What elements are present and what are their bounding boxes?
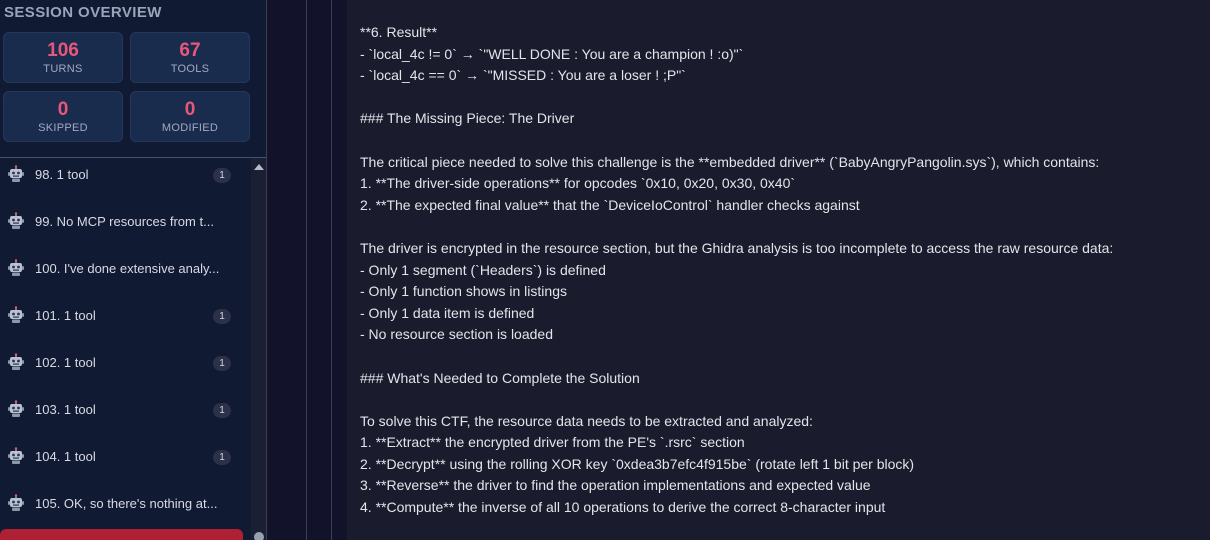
gutter-divider (306, 0, 307, 540)
message-line: **6. Result** (360, 24, 438, 40)
message-line: ### What's Needed to Complete the Soluti… (360, 369, 640, 386)
stat-tools-label: TOOLS (170, 63, 210, 75)
sidebar-title: SESSION OVERVIEW (4, 4, 162, 21)
turn-label: 105. OK, so there's nothing at... (35, 496, 218, 511)
tool-count-badge: 1 (213, 168, 231, 183)
message-line: The critical piece needed to solve this … (360, 153, 1100, 170)
message-line: 1. **Extract** the encrypted driver from… (360, 434, 745, 451)
message-line: ### The Missing Piece: The Driver (360, 110, 575, 127)
session-sidebar: SESSION OVERVIEW 106 TURNS 67 TOOLS 0 SK… (0, 0, 267, 540)
stat-modified-label: MODIFIED (161, 122, 219, 134)
message-line: 4. **Compute** the inverse of all 10 ope… (360, 499, 886, 516)
stat-skipped-value: 0 (57, 99, 69, 120)
stat-turns: 106 TURNS (3, 32, 123, 83)
turn-list: 98. 1 tool 1 99. No MCP resources from t… (0, 158, 251, 540)
turn-item-103[interactable]: 103. 1 tool 1 (0, 393, 251, 440)
assistant-message: **6. Result** - `local_4c != 0` → `"WELL… (360, 22, 1200, 519)
message-line: - `local_4c == 0` → `"MISSED : You are a… (360, 67, 686, 84)
message-gutter (268, 0, 346, 540)
stat-skipped: 0 SKIPPED (3, 91, 123, 142)
robot-icon (8, 165, 24, 182)
message-line (360, 346, 1200, 368)
turn-list-scrollbar[interactable] (251, 158, 266, 540)
message-line (360, 389, 1200, 411)
message-line: - Only 1 data item is defined (360, 304, 535, 321)
turn-item-100[interactable]: 100. I've done extensive analy... (0, 252, 251, 299)
turn-item-105[interactable]: 105. OK, so there's nothing at... (0, 487, 251, 534)
message-line (360, 216, 1200, 238)
tool-count-badge: 1 (213, 450, 231, 465)
turn-label: 99. No MCP resources from t... (35, 214, 214, 229)
robot-icon (8, 353, 24, 370)
message-line: To solve this CTF, the resource data nee… (360, 412, 813, 429)
stat-turns-value: 106 (47, 40, 79, 61)
stat-tools: 67 TOOLS (130, 32, 250, 83)
robot-icon (8, 494, 24, 511)
active-turn-button[interactable] (0, 529, 243, 540)
robot-icon (8, 306, 24, 323)
turn-label: 104. 1 tool (35, 449, 96, 464)
scroll-thumb[interactable] (254, 532, 264, 540)
turn-item-104[interactable]: 104. 1 tool 1 (0, 440, 251, 487)
message-line: - Only 1 function shows in listings (360, 283, 567, 300)
robot-icon (8, 447, 24, 464)
message-line (360, 130, 1200, 152)
stat-modified-value: 0 (184, 99, 196, 120)
tool-count-badge: 1 (213, 309, 231, 324)
message-line: The driver is encrypted in the resource … (360, 239, 1114, 256)
turn-item-98[interactable]: 98. 1 tool 1 (0, 158, 251, 205)
gutter-divider (331, 0, 332, 540)
message-line: 2. **Decrypt** using the rolling XOR key… (360, 455, 915, 472)
message-line: 2. **The expected final value** that the… (360, 196, 860, 213)
stat-modified: 0 MODIFIED (130, 91, 250, 142)
turn-label: 103. 1 tool (35, 402, 96, 417)
robot-icon (8, 400, 24, 417)
scroll-up-arrow-icon[interactable] (254, 164, 264, 170)
robot-icon (8, 259, 24, 276)
message-line: 3. **Reverse** the driver to find the op… (360, 477, 871, 494)
robot-icon (8, 212, 24, 229)
message-line: - Only 1 segment (`Headers`) is defined (360, 261, 606, 278)
turn-item-99[interactable]: 99. No MCP resources from t... (0, 205, 251, 252)
turn-label: 100. I've done extensive analy... (35, 261, 220, 276)
tool-count-badge: 1 (213, 403, 231, 418)
turn-label: 98. 1 tool (35, 167, 89, 182)
stat-skipped-label: SKIPPED (38, 122, 88, 134)
message-line: - No resource section is loaded (360, 326, 553, 343)
message-panel: **6. Result** - `local_4c != 0` → `"WELL… (347, 0, 1210, 540)
turn-label: 102. 1 tool (35, 355, 96, 370)
turn-item-101[interactable]: 101. 1 tool 1 (0, 299, 251, 346)
message-line (360, 87, 1200, 109)
stat-turns-label: TURNS (43, 63, 83, 75)
tool-count-badge: 1 (213, 356, 231, 371)
message-line: - `local_4c != 0` → `"WELL DONE : You ar… (360, 45, 744, 62)
turn-item-102[interactable]: 102. 1 tool 1 (0, 346, 251, 393)
message-line: 1. **The driver-side operations** for op… (360, 175, 796, 192)
turn-label: 101. 1 tool (35, 308, 96, 323)
stat-tools-value: 67 (179, 40, 201, 61)
